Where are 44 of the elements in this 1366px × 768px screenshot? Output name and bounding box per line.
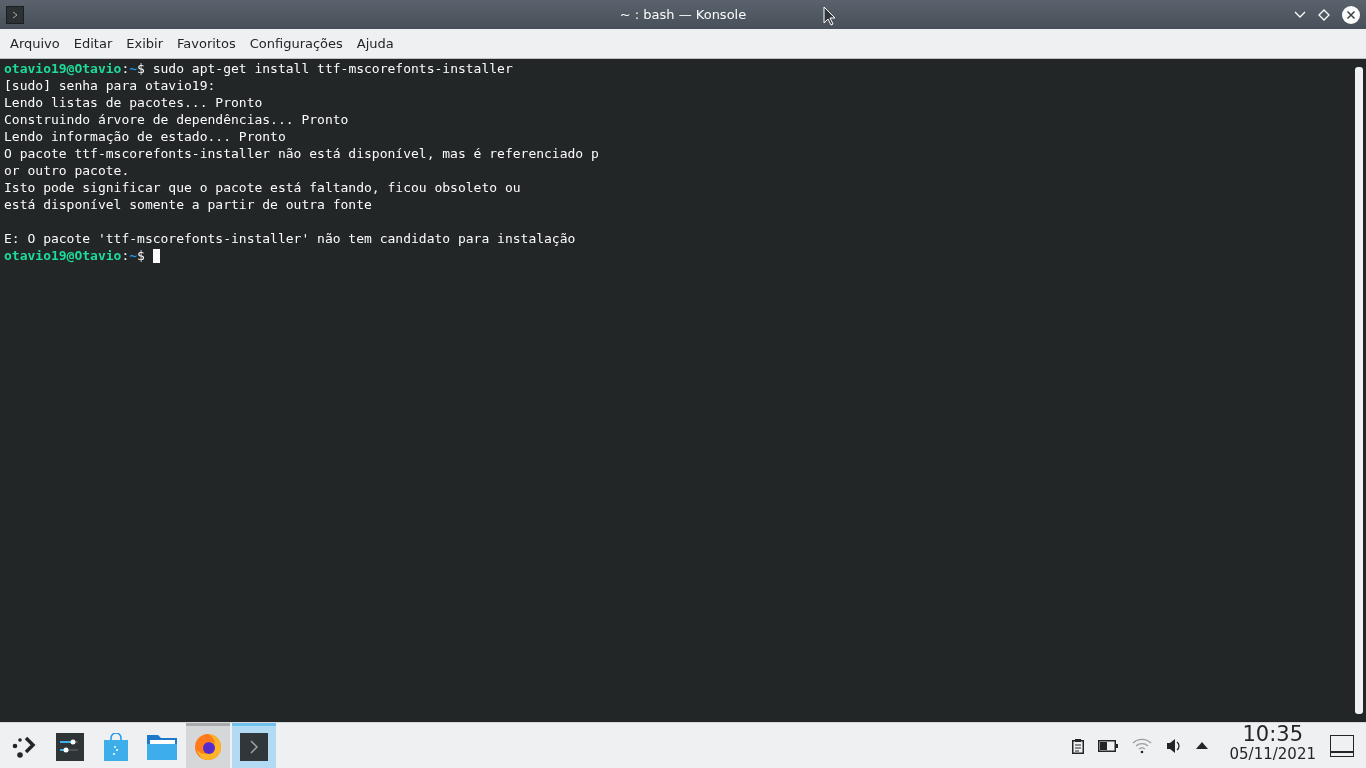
output-line: está disponível somente a partir de outra fonte (4, 196, 372, 213)
taskbar-button[interactable] (232, 723, 276, 768)
window-title: ~ : bash — Konsole (619, 7, 747, 22)
taskbar-button[interactable] (186, 723, 230, 768)
show-desktop-icon[interactable] (1330, 734, 1354, 757)
globe-icon (194, 733, 222, 761)
prompt-user: otavio19@Otavio (4, 247, 122, 264)
close-icon[interactable] (1342, 5, 1360, 24)
prompt-symbol: $ (137, 60, 145, 77)
menu-item[interactable]: Favoritos (170, 32, 243, 55)
maximize-icon[interactable] (1318, 8, 1330, 21)
menu-item[interactable]: Ajuda (349, 32, 401, 55)
menu-item[interactable]: Configurações (242, 32, 350, 55)
menu-item[interactable]: Arquivo (3, 32, 67, 55)
command-text: sudo apt-get install ttf-mscorefonts-installer (151, 60, 513, 77)
mixer-icon (56, 733, 84, 761)
output-line: O pacote ttf-mscorefonts-installer não está disponível, mas é referenciado p (4, 145, 599, 162)
output-line: Lendo listas de pacotes... Pronto (4, 94, 263, 111)
output-line: Construindo árvore de dependências... Pronto (4, 111, 349, 128)
output-line: [sudo] senha para otavio19: (4, 77, 216, 94)
menu-item[interactable]: Exibir (119, 32, 170, 55)
caret-up-icon[interactable] (1195, 742, 1208, 749)
output-line: E: O pacote 'ttf-mscorefonts-installer' não tem candidato para instalação (4, 230, 576, 247)
terminal-icon (240, 733, 268, 761)
prompt-path: ~ (129, 247, 138, 264)
output-line: Lendo informação de estado... Pronto (4, 128, 286, 145)
prompt-separator: : (121, 60, 130, 77)
menu-item[interactable]: Editar (66, 32, 120, 55)
prompt-user: otavio19@Otavio (4, 60, 122, 77)
app-icon[interactable] (6, 5, 24, 24)
shopping-bag-icon (103, 733, 129, 761)
minimize-icon[interactable] (1294, 10, 1306, 19)
output-line: or outro pacote. (4, 162, 130, 179)
clock[interactable]: 10:35 05/11/2021 (1229, 723, 1316, 768)
prompt-path: ~ (129, 60, 138, 77)
folder-icon (147, 734, 177, 760)
prompt-separator: : (121, 247, 130, 264)
output-line: Isto pode significar que o pacote está faltando, ficou obsoleto ou (4, 179, 521, 196)
scrollbar-thumb[interactable] (1355, 67, 1363, 714)
speaker-icon[interactable] (1165, 737, 1182, 754)
clipboard-icon[interactable] (1071, 737, 1084, 754)
mouse-pointer-icon (823, 6, 836, 26)
battery-icon[interactable] (1097, 739, 1118, 752)
prompt-symbol: $ (137, 247, 145, 264)
